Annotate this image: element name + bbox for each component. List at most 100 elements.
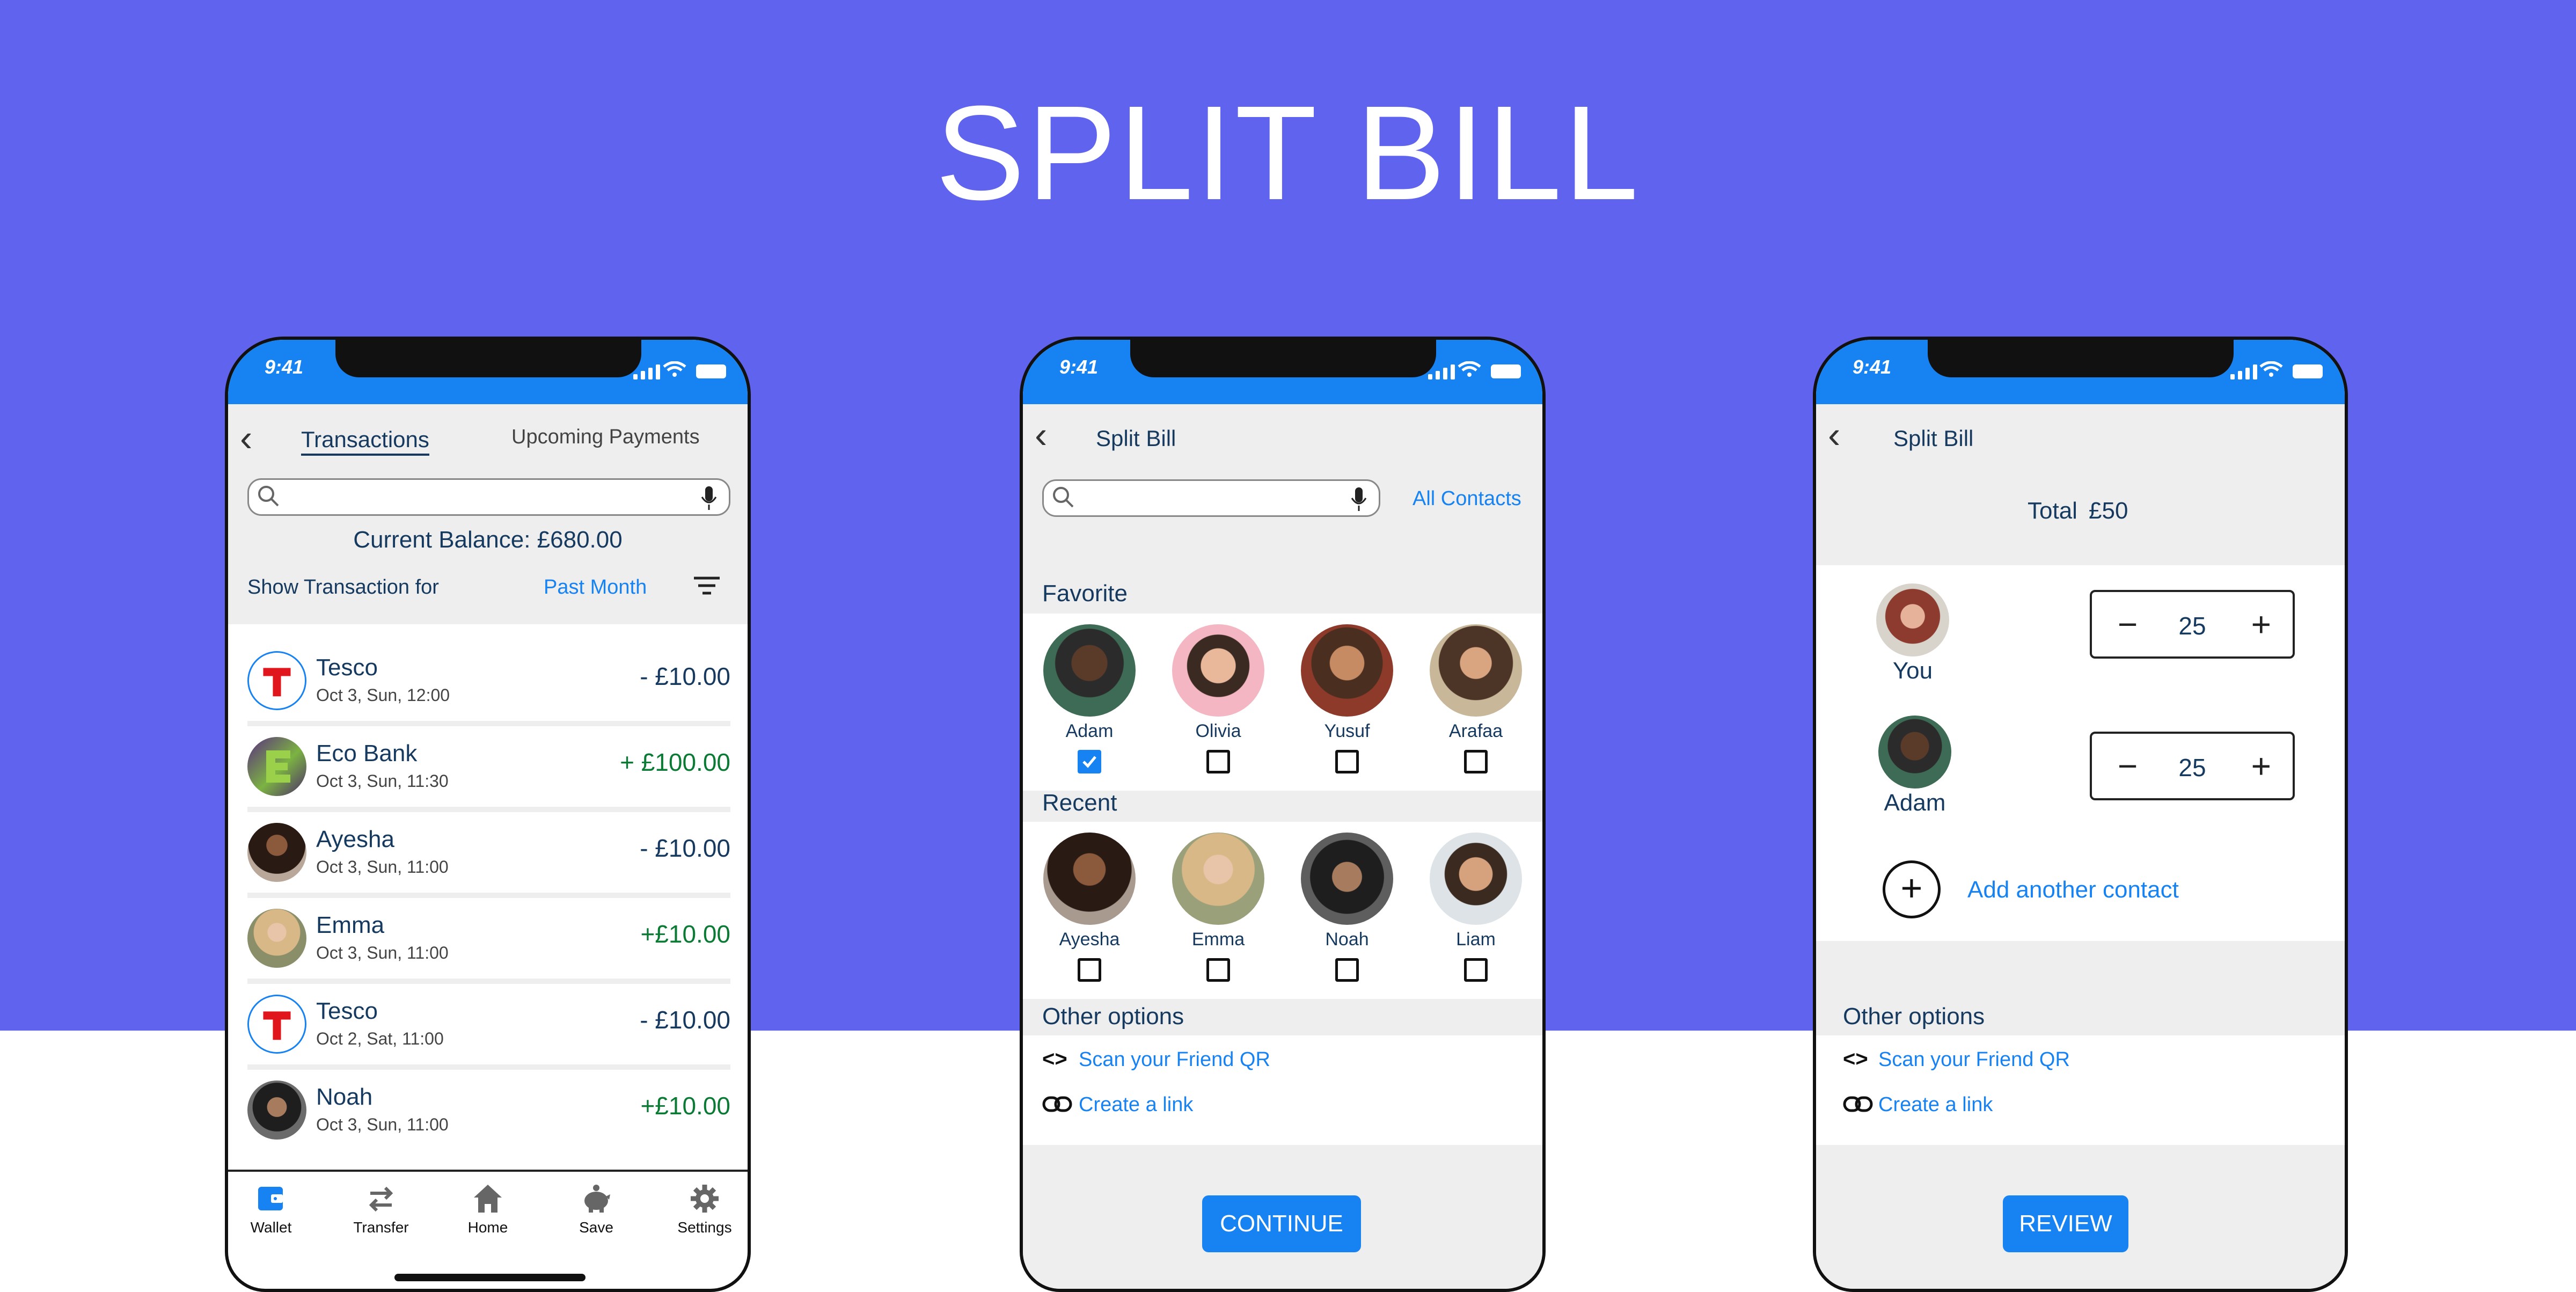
add-another-contact-link[interactable]: Add another contact [1967,877,2179,903]
status-bar: 9:41 [1816,340,2345,404]
nav-wallet[interactable]: Wallet [228,1182,314,1236]
transaction-row[interactable]: Noah Oct 3, Sun, 11:00 +£10.00 [247,1070,730,1156]
home-icon [474,1185,502,1213]
tab-upcoming-payments[interactable]: Upcoming Payments [511,426,700,449]
phone-transactions: 9:41 ‹ Transactions Upcoming Payments Cu… [225,337,751,1292]
wifi-icon [2259,361,2283,377]
nav-label: Settings [677,1219,732,1236]
checkbox-arafaa[interactable] [1464,750,1488,773]
create-link[interactable]: Create a link [1878,1093,1993,1116]
contact-name: Yusuf [1324,721,1370,741]
transaction-amount: +£10.00 [640,1092,730,1120]
avatar-noah[interactable] [1301,833,1393,925]
transaction-amount: - £10.00 [640,1006,730,1034]
transaction-name: Emma [316,912,385,938]
back-chevron-icon[interactable]: ‹ [1035,416,1047,454]
amount-stepper[interactable]: − 25 + [2090,732,2295,800]
notch [1928,340,2234,377]
avatar-ayesha[interactable] [1043,833,1136,925]
signal-icon [633,364,660,379]
transaction-name: Tesco [316,654,378,681]
avatar-yusuf[interactable] [1301,624,1393,717]
avatar-emma[interactable] [1172,833,1264,925]
recent-heading: Recent [1042,790,1117,816]
search-icon [258,486,279,507]
contact-name: Ayesha [1059,929,1120,950]
plus-icon[interactable]: + [2251,603,2271,646]
filter-label: Show Transaction for [247,576,439,598]
avatar-adam [1878,716,1951,789]
transaction-name: Noah [316,1084,373,1110]
checkbox-yusuf[interactable] [1335,750,1359,773]
transaction-row[interactable]: Eco Bank Oct 3, Sun, 11:30 + £100.00 [247,726,730,812]
nav-home[interactable]: Home [445,1182,531,1236]
microphone-icon[interactable] [1350,486,1368,513]
checkbox-ayesha[interactable] [1078,958,1101,982]
avatar [247,823,306,882]
status-bar: 9:41 [1023,340,1542,404]
transfer-icon [369,1186,393,1212]
avatar-liam[interactable] [1430,833,1522,925]
back-chevron-icon[interactable]: ‹ [240,419,252,457]
search-input[interactable] [1042,479,1380,517]
nav-label: Transfer [353,1219,409,1236]
total-value: £50 [2089,498,2128,524]
nav-label: Wallet [250,1219,292,1236]
create-link[interactable]: Create a link [1079,1093,1193,1116]
status-bar: 9:41 [228,340,748,404]
transaction-row[interactable]: Ayesha Oct 3, Sun, 11:00 - £10.00 [247,812,730,898]
checkbox-liam[interactable] [1464,958,1488,982]
nav-save[interactable]: Save [553,1182,639,1236]
search-icon [1053,487,1074,508]
wallet-icon [258,1187,283,1210]
checkbox-noah[interactable] [1335,958,1359,982]
gear-icon [691,1185,719,1213]
contact-name: Emma [1191,929,1245,950]
notch [335,340,641,377]
avatar-olivia[interactable] [1172,624,1264,717]
plus-icon[interactable]: + [2251,744,2271,787]
link-icon [1843,1096,1873,1112]
filter-period-dropdown[interactable]: Past Month [544,576,647,599]
status-time: 9:41 [1059,356,1099,378]
nav-settings[interactable]: Settings [662,1182,748,1236]
wifi-icon [663,361,686,377]
eco-bank-logo-icon [247,737,306,796]
screen-title: Split Bill [1893,426,1974,451]
transaction-row[interactable]: Tesco Oct 2, Sat, 11:00 - £10.00 [247,984,730,1070]
search-input[interactable] [247,478,730,516]
back-chevron-icon[interactable]: ‹ [1828,416,1840,454]
contact-name: Olivia [1195,721,1241,741]
avatar-adam[interactable] [1043,624,1136,717]
signal-icon [2230,364,2257,379]
code-brackets-icon: <> [1042,1047,1067,1071]
contact-name: Noah [1325,929,1369,950]
add-contact-icon[interactable]: + [1883,860,1941,918]
review-button[interactable]: REVIEW [2003,1195,2128,1252]
transaction-date: Oct 2, Sat, 11:00 [316,1029,444,1048]
scan-qr-link[interactable]: Scan your Friend QR [1878,1048,2070,1071]
all-contacts-link[interactable]: All Contacts [1413,487,1521,510]
transaction-row[interactable]: Tesco Oct 3, Sun, 12:00 - £10.00 [247,640,730,726]
phone-split-bill-amounts: 9:41 ‹ Split Bill Total £50 You − 25 + A… [1813,337,2348,1292]
scan-qr-link[interactable]: Scan your Friend QR [1079,1048,1270,1071]
checkbox-olivia[interactable] [1206,750,1230,773]
tesco-logo-icon [247,995,306,1054]
microphone-icon[interactable] [700,485,718,512]
nav-transfer[interactable]: Transfer [338,1182,424,1236]
filter-icon[interactable] [693,575,721,596]
checkbox-emma[interactable] [1206,958,1230,982]
tab-transactions[interactable]: Transactions [301,427,429,456]
transaction-row[interactable]: Emma Oct 3, Sun, 11:00 +£10.00 [247,898,730,984]
amount-stepper[interactable]: − 25 + [2090,590,2295,659]
page-title: SPLIT BILL [935,78,1641,228]
transaction-date: Oct 3, Sun, 11:00 [316,943,449,962]
favorite-heading: Favorite [1042,580,1128,607]
continue-button[interactable]: CONTINUE [1202,1195,1361,1252]
transaction-amount: +£10.00 [640,920,730,948]
transaction-amount: - £10.00 [640,834,730,862]
transaction-date: Oct 3, Sun, 11:30 [316,771,449,791]
avatar-arafaa[interactable] [1430,624,1522,717]
checkbox-adam[interactable] [1078,750,1101,773]
battery-icon [1491,364,1521,378]
